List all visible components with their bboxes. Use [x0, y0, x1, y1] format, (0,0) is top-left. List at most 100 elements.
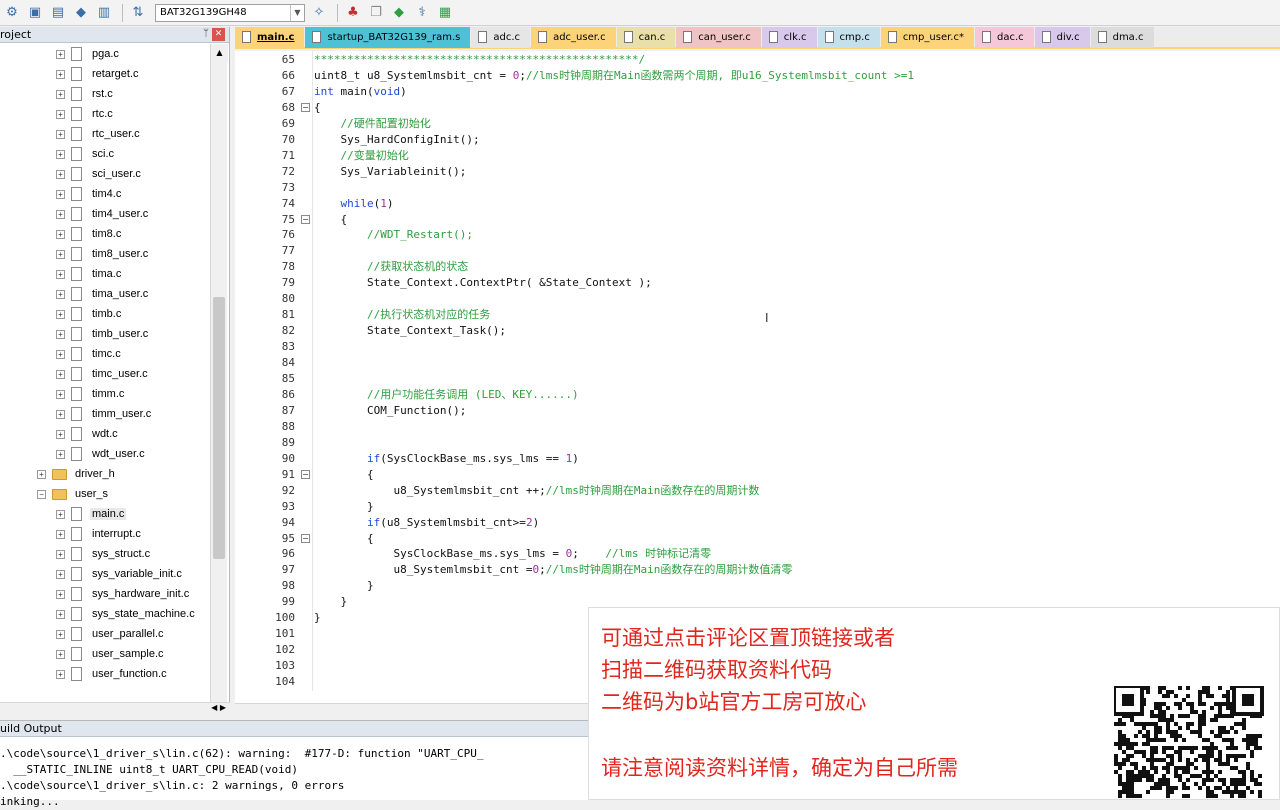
expand-icon[interactable]: + — [56, 309, 65, 319]
tree-file[interactable]: + user_function.c — [56, 664, 169, 684]
expand-icon[interactable]: + — [56, 349, 65, 359]
expand-icon[interactable]: + — [56, 149, 65, 159]
expand-icon[interactable]: + — [56, 649, 65, 659]
code-line[interactable]: //硬件配置初始化 — [314, 116, 431, 132]
code-line[interactable]: COM_Function(); — [314, 403, 466, 419]
scroll-up-icon[interactable]: ▲ — [211, 44, 228, 61]
fold-toggle-icon[interactable]: − — [301, 533, 310, 543]
fold-toggle-icon[interactable]: − — [301, 102, 310, 112]
code-line[interactable]: } — [314, 499, 374, 515]
code-line[interactable]: //执行状态机对应的任务 — [314, 307, 490, 323]
tree-file[interactable]: + tim4.c — [56, 184, 123, 204]
fold-toggle-icon[interactable]: − — [301, 214, 310, 224]
tree-file[interactable]: + rtc.c — [56, 104, 115, 124]
code-line[interactable]: State_Context.ContextPtr( &State_Context… — [314, 275, 652, 291]
editor-tab[interactable]: main.c — [235, 27, 305, 48]
pack-installer-icon[interactable]: ▦ — [435, 3, 455, 23]
tree-file[interactable]: + timb_user.c — [56, 324, 150, 344]
code-line[interactable]: uint8_t u8_Systemlmsbit_cnt = 0;//lms时钟周… — [314, 68, 914, 84]
expand-icon[interactable]: + — [56, 89, 65, 99]
code-line[interactable]: if(u8_Systemlmsbit_cnt>=2) — [314, 515, 539, 531]
code-editor[interactable]: 65 **************************************… — [235, 51, 1280, 703]
code-line[interactable]: //获取状态机的状态 — [314, 259, 468, 275]
expand-icon[interactable]: + — [56, 69, 65, 79]
tree-file[interactable]: + pga.c — [56, 44, 121, 64]
expand-icon[interactable]: + — [56, 409, 65, 419]
code-line[interactable]: Sys_Variableinit(); — [314, 164, 466, 180]
tree-file[interactable]: + wdt.c — [56, 424, 120, 444]
pin-icon[interactable]: ᛘ — [203, 28, 209, 39]
code-line[interactable]: } — [314, 610, 321, 626]
vertical-scrollbar[interactable]: ▲ — [210, 44, 228, 702]
tree-file[interactable]: + interrupt.c — [56, 524, 143, 544]
tree-file[interactable]: + rtc_user.c — [56, 124, 142, 144]
tree-file[interactable]: + timc.c — [56, 344, 123, 364]
tree-file[interactable]: + timb.c — [56, 304, 123, 324]
code-line[interactable]: int main(void) — [314, 84, 407, 100]
debug-icon[interactable]: ⚕ — [412, 3, 432, 23]
tree-file[interactable]: + user_parallel.c — [56, 624, 166, 644]
tree-file[interactable]: + sys_state_machine.c — [56, 604, 197, 624]
code-line[interactable]: { — [314, 467, 374, 483]
manage-components-icon[interactable]: ♣ — [343, 3, 363, 23]
code-line[interactable]: //用户功能任务调用 (LED、KEY......) — [314, 387, 579, 403]
editor-tab[interactable]: div.c — [1034, 27, 1090, 48]
code-line[interactable]: if(SysClockBase_ms.sys_lms == 1) — [314, 451, 579, 467]
code-line[interactable]: } — [314, 578, 374, 594]
editor-tab[interactable]: dma.c — [1090, 27, 1154, 48]
expand-icon[interactable]: + — [56, 669, 65, 679]
download-icon[interactable]: ▣ — [25, 3, 45, 23]
expand-icon[interactable]: + — [56, 189, 65, 199]
scrollbar-thumb[interactable] — [213, 297, 225, 559]
expand-icon[interactable]: + — [56, 129, 65, 139]
expand-icon[interactable]: + — [37, 469, 46, 479]
expand-icon[interactable]: + — [56, 589, 65, 599]
tree-file[interactable]: + retarget.c — [56, 64, 140, 84]
expand-icon[interactable]: + — [56, 229, 65, 239]
editor-tab[interactable]: startup_BAT32G139_ram.s — [305, 27, 471, 48]
editor-tab[interactable]: cmp.c — [817, 27, 880, 48]
tree-file[interactable]: + sys_hardware_init.c — [56, 584, 191, 604]
expand-icon[interactable]: + — [56, 609, 65, 619]
load-icon[interactable]: ⇅ — [128, 3, 148, 23]
tree-folder[interactable]: − user_s — [37, 484, 110, 504]
code-line[interactable]: Sys_HardConfigInit(); — [314, 132, 479, 148]
fold-toggle-icon[interactable]: − — [301, 469, 310, 479]
tree-file[interactable]: + sci_user.c — [56, 164, 143, 184]
code-line[interactable]: { — [314, 531, 374, 547]
tree-file[interactable]: + main.c — [56, 504, 127, 524]
expand-icon[interactable]: + — [56, 249, 65, 259]
horizontal-scrollbar[interactable]: ◀ ▶ — [0, 702, 230, 717]
expand-icon[interactable]: + — [56, 569, 65, 579]
pack-icon[interactable]: ◆ — [71, 3, 91, 23]
target-select[interactable]: BAT32G139GH48 ▼ — [155, 3, 305, 22]
code-line[interactable]: ****************************************… — [314, 52, 645, 68]
expand-icon[interactable]: + — [56, 109, 65, 119]
code-line[interactable]: u8_Systemlmsbit_cnt ++;//lms时钟周期在Main函数存… — [314, 483, 759, 499]
editor-tab[interactable]: adc_user.c — [531, 27, 616, 48]
tree-file[interactable]: + wdt_user.c — [56, 444, 147, 464]
expand-icon[interactable]: + — [56, 549, 65, 559]
editor-tab[interactable]: cmp_user.c* — [880, 27, 974, 48]
expand-icon[interactable]: + — [56, 509, 65, 519]
tree-file[interactable]: + tima.c — [56, 264, 123, 284]
expand-icon[interactable]: + — [56, 449, 65, 459]
expand-icon[interactable]: + — [56, 389, 65, 399]
settings-icon[interactable]: ⚙ — [2, 3, 22, 23]
code-line[interactable]: //变量初始化 — [314, 148, 409, 164]
tree-file[interactable]: + timm.c — [56, 384, 126, 404]
expand-icon[interactable]: + — [56, 169, 65, 179]
tree-file[interactable]: + sys_struct.c — [56, 544, 152, 564]
close-icon[interactable]: ✕ — [212, 28, 225, 41]
diamond-icon[interactable]: ◆ — [389, 3, 409, 23]
expand-icon[interactable]: + — [56, 289, 65, 299]
tree-file[interactable]: + tima_user.c — [56, 284, 150, 304]
expand-icon[interactable]: + — [56, 369, 65, 379]
code-line[interactable]: { — [314, 212, 347, 228]
code-line[interactable]: while(1) — [314, 196, 394, 212]
editor-tab[interactable]: can.c — [616, 27, 676, 48]
code-line[interactable]: SysClockBase_ms.sys_lms = 0; //lms 时钟标记清… — [314, 546, 711, 562]
expand-icon[interactable]: + — [56, 209, 65, 219]
copy-icon[interactable]: ❐ — [366, 3, 386, 23]
code-line[interactable]: } — [314, 594, 347, 610]
